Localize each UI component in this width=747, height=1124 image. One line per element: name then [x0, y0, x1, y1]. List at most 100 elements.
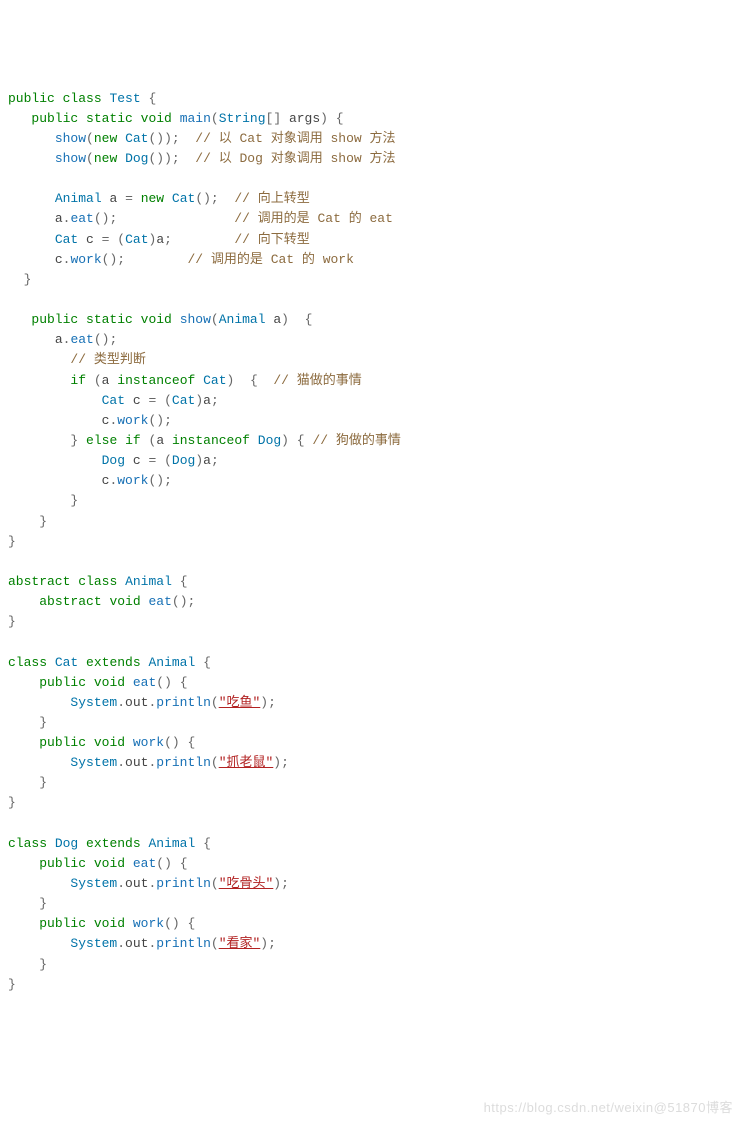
token-punc: }: [70, 433, 78, 448]
token-punc: ();: [94, 211, 117, 226]
token-punc: (: [211, 111, 219, 126]
token-punc: (: [211, 936, 219, 951]
token-comment: // 猫做的事情: [273, 373, 361, 388]
token-comment: // 向下转型: [234, 232, 309, 247]
token-str: "吃鱼": [219, 695, 261, 710]
token-punc: (): [164, 916, 180, 931]
token-kw: class: [8, 836, 47, 851]
token-black: a: [109, 191, 117, 206]
token-call: show: [180, 312, 211, 327]
token-comment: // 狗做的事情: [312, 433, 400, 448]
token-punc: ();: [195, 191, 218, 206]
token-punc: }: [8, 534, 16, 549]
token-str: "吃骨头": [219, 876, 274, 891]
token-black: a: [55, 211, 63, 226]
token-black: a: [156, 433, 164, 448]
token-type: Cat: [125, 232, 148, 247]
token-punc: {: [203, 655, 211, 670]
token-kw: instanceof: [172, 433, 250, 448]
token-type: System: [70, 755, 117, 770]
token-punc: (: [117, 232, 125, 247]
token-type: System: [70, 876, 117, 891]
token-kw: if: [125, 433, 141, 448]
token-call: show: [55, 151, 86, 166]
token-punc: (: [86, 151, 94, 166]
token-kw: class: [63, 91, 102, 106]
token-punc: ): [281, 312, 289, 327]
token-punc: );: [260, 695, 276, 710]
token-kw: public: [39, 735, 86, 750]
token-type: System: [70, 936, 117, 951]
token-punc: }: [8, 977, 16, 992]
token-call: work: [117, 473, 148, 488]
token-call: println: [156, 936, 211, 951]
token-kw: void: [94, 675, 125, 690]
token-kw: class: [78, 574, 117, 589]
token-kw: void: [141, 111, 172, 126]
token-black: out: [125, 755, 148, 770]
token-type: Animal: [219, 312, 266, 327]
token-kw: static: [86, 312, 133, 327]
token-kw: extends: [86, 655, 141, 670]
token-type: Cat: [203, 373, 226, 388]
token-punc: ;: [164, 232, 172, 247]
token-type: Cat: [125, 131, 148, 146]
token-punc: ());: [148, 151, 179, 166]
token-punc: =: [148, 393, 156, 408]
token-punc: ): [195, 393, 203, 408]
token-black: c: [133, 453, 141, 468]
token-call: show: [55, 131, 86, 146]
token-kw: public: [8, 91, 55, 106]
token-type: Animal: [148, 655, 195, 670]
token-punc: ): [227, 373, 235, 388]
token-kw: public: [31, 111, 78, 126]
token-kw: abstract: [39, 594, 101, 609]
token-kw: void: [94, 735, 125, 750]
token-punc: ());: [148, 131, 179, 146]
token-punc: }: [8, 614, 16, 629]
token-punc: =: [125, 191, 133, 206]
token-punc: {: [336, 111, 344, 126]
token-type: String: [219, 111, 266, 126]
token-punc: }: [39, 957, 47, 972]
token-type: Animal: [148, 836, 195, 851]
token-kw: public: [39, 675, 86, 690]
token-black: args: [289, 111, 320, 126]
watermark: https://blog.csdn.net/weixin@51870博客: [484, 1098, 733, 1118]
token-punc: (: [164, 453, 172, 468]
token-call: eat: [70, 332, 93, 347]
token-black: c: [133, 393, 141, 408]
token-kw: public: [39, 856, 86, 871]
token-type: Dog: [55, 836, 78, 851]
token-punc: ;: [211, 453, 219, 468]
token-type: Dog: [172, 453, 195, 468]
token-kw: new: [94, 131, 117, 146]
token-call: work: [133, 735, 164, 750]
token-call: eat: [133, 856, 156, 871]
token-punc: (): [164, 735, 180, 750]
token-kw: public: [39, 916, 86, 931]
token-punc: }: [39, 896, 47, 911]
token-kw: extends: [86, 836, 141, 851]
token-kw: static: [86, 111, 133, 126]
token-type: System: [70, 695, 117, 710]
token-punc: (: [211, 695, 219, 710]
token-kw: new: [141, 191, 164, 206]
token-punc: }: [24, 272, 32, 287]
token-punc: }: [70, 493, 78, 508]
token-call: work: [117, 413, 148, 428]
token-kw: void: [94, 856, 125, 871]
token-punc: (: [94, 373, 102, 388]
token-kw: instanceof: [117, 373, 195, 388]
token-kw: else: [86, 433, 117, 448]
token-call: work: [133, 916, 164, 931]
token-punc: ();: [148, 473, 171, 488]
token-punc: .: [117, 695, 125, 710]
token-type: Animal: [125, 574, 172, 589]
token-call: main: [180, 111, 211, 126]
token-punc: {: [188, 735, 196, 750]
code-block: public class Test { public static void m…: [8, 89, 739, 995]
token-kw: void: [109, 594, 140, 609]
token-punc: .: [148, 936, 156, 951]
token-punc: =: [102, 232, 110, 247]
